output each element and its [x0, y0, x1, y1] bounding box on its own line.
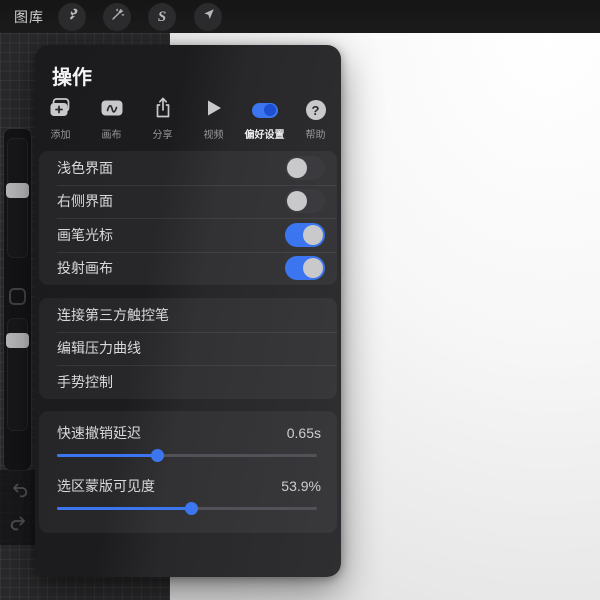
tab-help[interactable]: ? 帮助 [290, 98, 341, 142]
canvas-icon [99, 98, 125, 123]
transform-arrow-icon [201, 7, 216, 27]
brush-cursor-toggle[interactable] [285, 223, 325, 247]
edit-pressure-curve-button[interactable]: 编辑压力曲线 [39, 332, 337, 366]
video-play-icon [205, 98, 223, 123]
slider-label: 快速撤销延迟 [57, 423, 287, 443]
undo-delay-slider[interactable] [57, 448, 317, 462]
selection-mask-slider-row: 选区蒙版可见度 53.9% [39, 471, 337, 524]
tab-label: 添加 [51, 126, 71, 141]
tab-preferences[interactable]: 偏好设置 [239, 98, 290, 142]
transform-tool-button[interactable] [194, 3, 222, 31]
row-label: 连接第三方触控笔 [57, 305, 325, 325]
tab-label: 视频 [204, 126, 224, 141]
add-stack-icon [48, 97, 74, 124]
wrench-icon [65, 7, 80, 27]
connect-stylus-button[interactable]: 连接第三方触控笔 [39, 298, 337, 332]
slider-label: 选区蒙版可见度 [57, 476, 281, 496]
row-label: 画笔光标 [57, 225, 285, 245]
brush-size-handle[interactable] [6, 183, 29, 198]
settings-button-group: 连接第三方触控笔 编辑压力曲线 手势控制 [39, 298, 337, 399]
top-toolbar: 图库 S [0, 0, 600, 33]
slider-knob[interactable] [185, 502, 198, 515]
preferences-toggle-icon [252, 103, 278, 118]
panel-title: 操作 [52, 61, 341, 90]
toggle-row-brush-cursor: 画笔光标 [39, 218, 337, 252]
toggle-row-light-interface: 浅色界面 [39, 151, 337, 185]
row-label: 手势控制 [57, 372, 325, 392]
share-icon [153, 96, 173, 125]
adjustments-tool-button[interactable] [103, 3, 131, 31]
redo-icon[interactable] [8, 513, 30, 535]
toggle-row-right-interface: 右侧界面 [39, 185, 337, 219]
actions-tabbar: 添加 画布 分享 视频 偏好设置 ? [35, 98, 341, 142]
modify-button[interactable] [9, 288, 26, 305]
brush-opacity-handle[interactable] [6, 333, 29, 348]
slider-value: 53.9% [281, 478, 321, 494]
help-icon: ? [306, 100, 326, 120]
tab-share[interactable]: 分享 [137, 98, 188, 142]
undo-delay-slider-row: 快速撤销延迟 0.65s [39, 418, 337, 471]
light-interface-toggle[interactable] [285, 156, 325, 180]
row-label: 投射画布 [57, 258, 285, 278]
tab-video[interactable]: 视频 [188, 98, 239, 142]
slider-knob[interactable] [151, 449, 164, 462]
tab-label: 帮助 [306, 126, 326, 141]
undo-icon[interactable] [8, 480, 30, 502]
project-canvas-toggle[interactable] [285, 256, 325, 280]
gesture-controls-button[interactable]: 手势控制 [39, 365, 337, 399]
row-label: 浅色界面 [57, 158, 285, 178]
tab-canvas[interactable]: 画布 [86, 98, 137, 142]
magic-wand-icon [110, 7, 125, 27]
toggle-row-project-canvas: 投射画布 [39, 252, 337, 286]
gallery-button[interactable]: 图库 [14, 7, 44, 27]
tab-label: 分享 [153, 126, 173, 141]
row-label: 编辑压力曲线 [57, 338, 325, 358]
actions-tool-button[interactable] [58, 3, 86, 31]
interface-toggle-group: 浅色界面 右侧界面 画笔光标 投射画布 [39, 151, 337, 285]
tab-label: 偏好设置 [245, 126, 285, 141]
tab-add[interactable]: 添加 [35, 98, 86, 142]
tab-label: 画布 [102, 126, 122, 141]
row-label: 右侧界面 [57, 191, 285, 211]
sidebar-toolbar [4, 129, 31, 470]
selection-mask-slider[interactable] [57, 501, 317, 515]
actions-panel: 操作 添加 画布 分享 [35, 45, 341, 577]
right-interface-toggle[interactable] [285, 189, 325, 213]
slider-value: 0.65s [287, 425, 321, 441]
brush-size-slider[interactable] [7, 138, 28, 258]
slider-group: 快速撤销延迟 0.65s 选区蒙版可见度 53.9% [39, 411, 337, 533]
selection-tool-button[interactable]: S [148, 3, 176, 31]
selection-s-icon: S [158, 10, 166, 25]
